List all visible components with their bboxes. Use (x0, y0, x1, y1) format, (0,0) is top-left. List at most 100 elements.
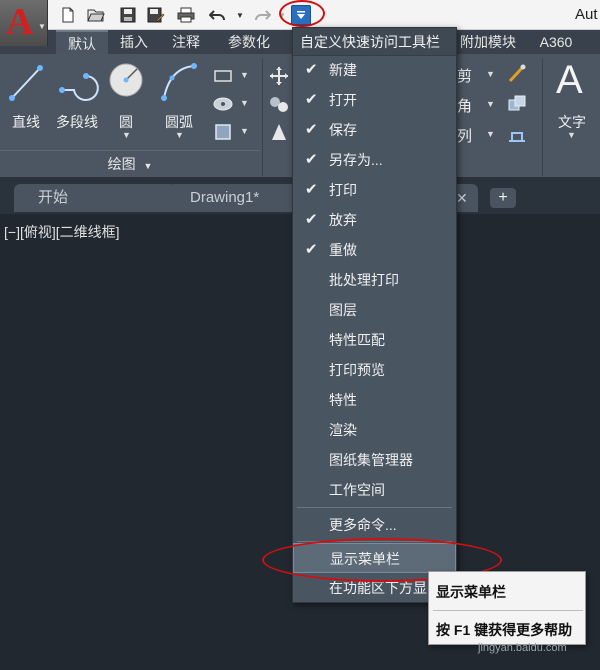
text-tool-label: 文字 (558, 114, 586, 130)
offset-icon[interactable] (506, 124, 528, 144)
chevron-down-icon[interactable]: ▼ (486, 129, 495, 139)
line-tool-button[interactable]: 直线 (4, 58, 48, 138)
polyline-tool-button[interactable]: 多段线 (52, 58, 102, 138)
save-icon[interactable] (118, 5, 138, 25)
menu-item-label: 另存为... (329, 152, 383, 168)
menu-item-workspace[interactable]: 工作空间 (293, 475, 456, 505)
chevron-down-icon[interactable]: ▼ (486, 69, 495, 79)
line-tool-label: 直线 (12, 114, 40, 130)
close-icon[interactable]: ✕ (456, 190, 468, 207)
open-icon[interactable] (86, 5, 106, 25)
menu-item-label: 放弃 (329, 212, 357, 228)
polyline-icon (59, 73, 99, 101)
region-icon[interactable] (212, 122, 234, 142)
customize-quick-access-menu: 自定义快速访问工具栏 ✔ 新建 ✔ 打开 ✔ 保存 ✔ 另存为... ✔ 打印 ✔ 放弃 ✔… (292, 27, 457, 603)
chevron-down-icon: ▼ (567, 130, 576, 140)
menu-item-label: 打开 (329, 92, 357, 108)
menu-title: 自定义快速访问工具栏 (293, 28, 456, 56)
tab-a360[interactable]: A360 (533, 30, 579, 54)
menu-item-properties[interactable]: 特性 (293, 385, 456, 415)
fillet-label[interactable]: 角 (457, 95, 472, 116)
text-tool-button[interactable]: A 文字 ▼ (548, 58, 596, 140)
tooltip-title: 显示菜单栏 (436, 584, 506, 600)
panel-divider (262, 58, 263, 176)
save-as-icon[interactable] (146, 5, 166, 25)
explode-icon[interactable] (506, 94, 528, 114)
menu-item-render[interactable]: 渲染 (293, 415, 456, 445)
window-title: Aut (575, 6, 598, 23)
chevron-down-icon[interactable]: ▼ (240, 70, 249, 80)
rectangle-icon[interactable] (212, 66, 234, 86)
new-tab-button[interactable]: + (490, 188, 516, 208)
panel-divider (542, 58, 543, 176)
tooltip: 显示菜单栏 按 F1 键获得更多帮助 (428, 571, 586, 645)
menu-item-save[interactable]: ✔ 保存 (293, 115, 456, 145)
check-icon: ✔ (305, 181, 318, 198)
circle-tool-button[interactable]: 圆 ▼ (106, 58, 146, 148)
menu-item-print[interactable]: ✔ 打印 (293, 175, 456, 205)
arc-tool-label: 圆弧 (165, 114, 193, 130)
menu-item-new[interactable]: ✔ 新建 (293, 55, 456, 85)
draw-panel-label: 绘图 (107, 156, 136, 172)
check-icon: ✔ (305, 211, 318, 228)
circle-icon (109, 63, 143, 97)
paintbrush-icon[interactable] (506, 64, 528, 84)
menu-item-undo[interactable]: ✔ 放弃 (293, 205, 456, 235)
menu-item-plot-preview[interactable]: 打印预览 (293, 355, 456, 385)
trim-label[interactable]: 剪 (457, 65, 472, 86)
chevron-down-icon: ▼ (122, 130, 131, 140)
menu-item-more-commands[interactable]: 更多命令... (293, 510, 456, 540)
watermark: jingyan.baidu.com (478, 642, 567, 654)
redo-icon[interactable] (252, 5, 272, 25)
tooltip-help-text: 按 F1 键获得更多帮助 (436, 622, 573, 638)
tab-insert[interactable]: 插入 (112, 30, 156, 54)
chevron-down-icon[interactable]: ▼ (240, 126, 249, 136)
menu-item-redo[interactable]: ✔ 重做 (293, 235, 456, 265)
draw-panel-title[interactable]: 绘图 ▼ (0, 150, 260, 176)
stretch-icon[interactable] (268, 122, 290, 142)
chevron-down-icon[interactable]: ▼ (240, 98, 249, 108)
menu-item-label: 打印 (329, 182, 357, 198)
menu-item-label: 重做 (329, 242, 357, 258)
autocad-logo-icon: A (6, 1, 34, 43)
polyline-tool-label: 多段线 (56, 114, 98, 130)
application-menu-button[interactable]: A ▼ (0, 0, 48, 46)
arc-tool-button[interactable]: 圆弧 ▼ (156, 58, 202, 148)
check-icon: ✔ (305, 61, 318, 78)
new-icon[interactable] (58, 5, 78, 25)
tab-parametric[interactable]: 参数化 (220, 30, 278, 54)
tooltip-divider (433, 610, 583, 611)
tab-annotate[interactable]: 注释 (164, 30, 208, 54)
hatch-icon[interactable] (212, 94, 234, 114)
copy-icon[interactable] (268, 94, 290, 114)
menu-item-sheet-set-manager[interactable]: 图纸集管理器 (293, 445, 456, 475)
tab-addins[interactable]: 附加模块 (455, 30, 521, 54)
move-icon[interactable] (268, 66, 290, 86)
menu-divider (297, 507, 452, 508)
tab-default[interactable]: 默认 (56, 30, 108, 54)
chevron-down-icon[interactable]: ▼ (486, 99, 495, 109)
line-icon (9, 65, 43, 101)
doc-tab-start[interactable]: 开始 (14, 184, 176, 212)
viewport-controls[interactable]: [−][俯视][二维线框] (4, 222, 120, 242)
menu-item-match-properties[interactable]: 特性匹配 (293, 325, 456, 355)
menu-item-open[interactable]: ✔ 打开 (293, 85, 456, 115)
check-icon: ✔ (305, 151, 318, 168)
menu-item-label: 保存 (329, 122, 357, 138)
undo-dropdown-caret-icon[interactable]: ▼ (230, 5, 250, 25)
menu-item-batch-plot[interactable]: 批处理打印 (293, 265, 456, 295)
print-icon[interactable] (176, 5, 196, 25)
check-icon: ✔ (305, 121, 318, 138)
chevron-down-icon: ▼ (175, 130, 184, 140)
undo-icon[interactable] (208, 5, 228, 25)
chevron-down-icon: ▼ (143, 161, 153, 171)
arc-icon (161, 63, 197, 101)
array-label[interactable]: 列 (457, 125, 472, 146)
menu-item-save-as[interactable]: ✔ 另存为... (293, 145, 456, 175)
circle-tool-label: 圆 (119, 114, 133, 130)
title-bar: ▼ ▼ Aut (0, 0, 600, 30)
check-icon: ✔ (305, 241, 318, 258)
menu-item-layer[interactable]: 图层 (293, 295, 456, 325)
menu-item-label: 新建 (329, 62, 357, 78)
doc-tab-drawing1-label: Drawing1* (190, 189, 260, 206)
